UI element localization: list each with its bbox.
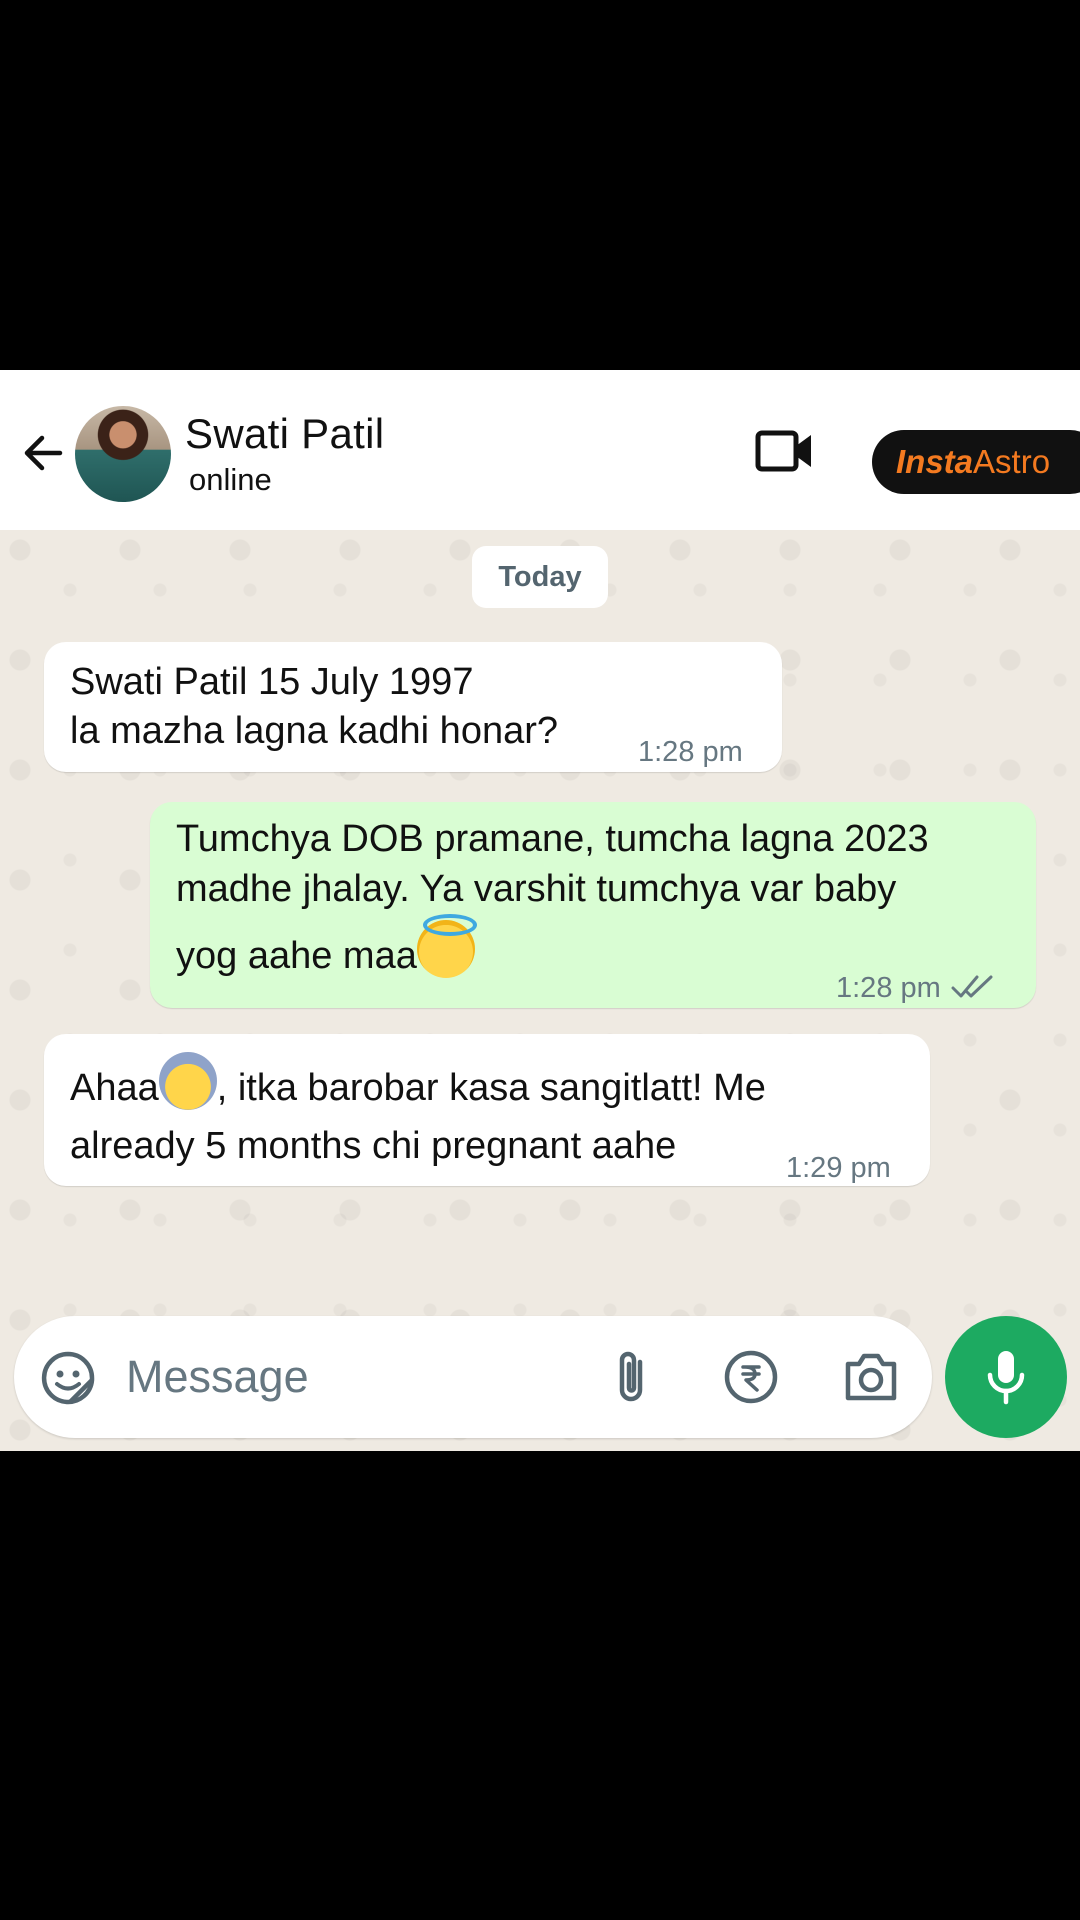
- message-bubble-incoming[interactable]: Ahaa , itka barobar kasa sangitlatt! Me a…: [44, 1034, 930, 1186]
- message-text: Ahaa: [70, 1067, 159, 1109]
- back-button[interactable]: [18, 428, 68, 478]
- message-composer: [14, 1316, 932, 1438]
- message-time: 1:28 pm: [836, 964, 995, 1013]
- camera-icon[interactable]: [842, 1350, 900, 1404]
- message-input[interactable]: [126, 1344, 566, 1410]
- message-bubble-incoming[interactable]: Swati Patil 15 July 1997 la mazha lagna …: [44, 642, 782, 772]
- contact-name[interactable]: Swati Patil: [185, 410, 384, 458]
- message-time: 1:29 pm: [786, 1152, 891, 1184]
- contact-status: online: [189, 462, 272, 497]
- chat-header: Swati Patil online Insta Astro: [0, 370, 1080, 530]
- message-text: la mazha lagna kadhi honar?: [70, 710, 559, 752]
- message-time-text: 1:28 pm: [836, 972, 941, 1004]
- message-text: Tumchya DOB pramane, tumcha lagna 2023: [176, 818, 929, 860]
- message-text: Swati Patil 15 July 1997: [70, 661, 474, 703]
- message-text: already 5 months chi pregnant aahe: [70, 1125, 677, 1167]
- date-chip: Today: [472, 546, 608, 608]
- face-screaming-in-fear-icon: [158, 1052, 217, 1110]
- attach-icon[interactable]: [604, 1348, 660, 1408]
- chat-screen: Swati Patil online Insta Astro Today Swat…: [0, 370, 1080, 1451]
- message-text: madhe jhalay. Ya varshit tumchya var bab…: [176, 868, 897, 910]
- avatar[interactable]: [75, 406, 171, 502]
- instaastro-badge[interactable]: Insta Astro: [872, 430, 1080, 494]
- smiling-face-with-halo-icon: [416, 914, 477, 978]
- badge-text-astro: Astro: [973, 443, 1051, 480]
- badge-text-insta: Insta: [896, 443, 974, 480]
- mic-button[interactable]: [945, 1316, 1067, 1438]
- message-text: yog aahe maa: [176, 935, 417, 977]
- chat-area[interactable]: Today Swati Patil 15 July 1997 la mazha …: [0, 530, 1080, 1451]
- video-call-icon[interactable]: [755, 426, 815, 476]
- message-bubble-outgoing[interactable]: Tumchya DOB pramane, tumcha lagna 2023 m…: [150, 802, 1036, 1008]
- rupee-icon[interactable]: [722, 1348, 780, 1406]
- mic-icon: [987, 1351, 1025, 1405]
- message-text: , itka barobar kasa sangitlatt! Me: [216, 1067, 766, 1109]
- message-time: 1:28 pm: [638, 736, 743, 768]
- back-arrow-icon: [24, 435, 63, 471]
- sticker-icon[interactable]: [40, 1350, 96, 1406]
- double-check-icon: [951, 975, 993, 998]
